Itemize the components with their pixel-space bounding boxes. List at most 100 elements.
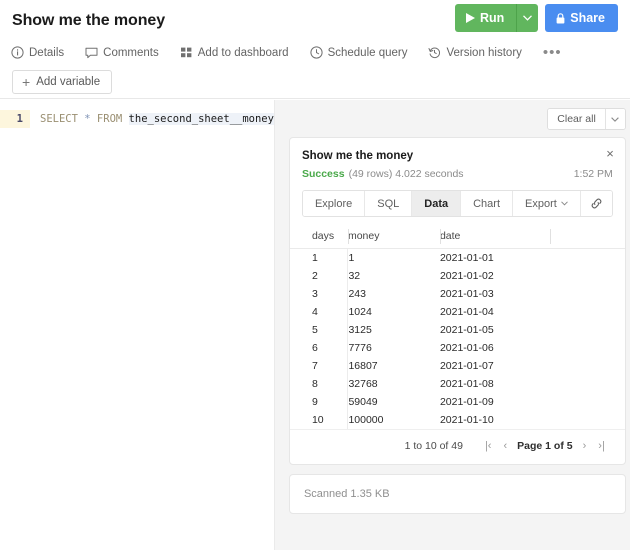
toolbar-item-details-label: Details bbox=[29, 46, 65, 59]
toolbar-more-button[interactable]: ••• bbox=[543, 45, 562, 60]
cell-money: 3125 bbox=[347, 321, 440, 339]
result-card: Show me the money × Success (49 rows) 4.… bbox=[288, 137, 626, 465]
cell-money: 100000 bbox=[347, 411, 440, 429]
sql-keyword-from: FROM bbox=[96, 113, 123, 125]
run-button-label: Run bbox=[479, 11, 505, 25]
cell-date: 2021-01-09 bbox=[439, 396, 494, 408]
close-icon[interactable]: × bbox=[606, 147, 614, 160]
cell-empty bbox=[550, 339, 625, 357]
result-card-header: Show me the money × Success (49 rows) 4.… bbox=[290, 138, 625, 190]
table-row[interactable]: 8 32768 2021-01-08 bbox=[290, 375, 625, 393]
cell-money: 7776 bbox=[347, 339, 440, 357]
toolbar-item-add-to-dashboard-label: Add to dashboard bbox=[197, 46, 289, 59]
table-row[interactable]: 4 1024 2021-01-04 bbox=[290, 303, 625, 321]
table-header-row: days money date bbox=[289, 225, 625, 249]
cell-money: 32768 bbox=[347, 375, 440, 393]
variables-bar: + Add variable bbox=[0, 62, 630, 94]
code-line-1: 1 SELECT * FROM the_second_sheet__money bbox=[0, 110, 274, 128]
run-button[interactable]: Run bbox=[454, 4, 517, 32]
tab-sql[interactable]: SQL bbox=[365, 191, 413, 216]
results-table-wrap: days money date 1 1 2021-01-01 2 32 2021-01-… bbox=[289, 225, 625, 429]
cell-date: 2021-01-02 bbox=[439, 270, 494, 282]
toolbar-item-schedule-query[interactable]: Schedule query bbox=[309, 46, 407, 59]
clear-all-options-button[interactable] bbox=[604, 109, 625, 129]
table-row[interactable]: 3 243 2021-01-03 bbox=[290, 285, 625, 303]
column-header-money[interactable]: money bbox=[347, 225, 440, 249]
cell-empty bbox=[550, 321, 625, 339]
cell-date: 2021-01-01 bbox=[439, 252, 494, 264]
sql-table-name: the_second_sheet__money bbox=[128, 113, 274, 125]
cell-money: 16807 bbox=[347, 357, 440, 375]
cell-empty bbox=[550, 249, 625, 268]
cell-days: 6 bbox=[311, 342, 318, 354]
clear-all-button[interactable]: Clear all bbox=[548, 109, 605, 129]
next-page-button[interactable]: › bbox=[577, 440, 593, 452]
copy-link-button[interactable] bbox=[580, 191, 612, 216]
column-header-date[interactable]: date bbox=[439, 225, 550, 249]
table-row[interactable]: 9 59049 2021-01-09 bbox=[290, 393, 625, 411]
cell-empty bbox=[550, 411, 625, 429]
cell-days: 5 bbox=[311, 324, 318, 336]
run-button-group: Run bbox=[454, 4, 539, 32]
page-indicator: Page 1 of 5 bbox=[517, 440, 573, 452]
cell-date: 2021-01-05 bbox=[439, 324, 494, 336]
cell-empty bbox=[550, 303, 625, 321]
results-pane: Clear all Show me the money × Success (4… bbox=[274, 100, 630, 550]
result-title: Show me the money bbox=[301, 150, 414, 162]
sql-editor[interactable]: 1 SELECT * FROM the_second_sheet__money bbox=[0, 100, 275, 550]
sql-keyword-select: SELECT bbox=[40, 113, 78, 125]
tab-export[interactable]: Export bbox=[513, 191, 581, 216]
tab-data[interactable]: Data bbox=[412, 191, 462, 216]
prev-page-button[interactable]: ‹ bbox=[497, 440, 513, 452]
chevron-down-icon bbox=[523, 15, 533, 21]
tab-chart-label: Chart bbox=[473, 197, 501, 210]
results-table-head: days money date bbox=[289, 225, 625, 249]
table-row[interactable]: 1 1 2021-01-01 bbox=[290, 248, 625, 268]
result-timestamp: 1:52 PM bbox=[573, 168, 613, 180]
cell-date: 2021-01-07 bbox=[439, 360, 494, 372]
toolbar-item-add-to-dashboard[interactable]: Add to dashboard bbox=[180, 46, 289, 59]
toolbar-item-details[interactable]: Details bbox=[11, 46, 64, 59]
first-page-button[interactable]: |‹ bbox=[479, 440, 498, 452]
page-title: Show me the money bbox=[12, 12, 165, 29]
table-row[interactable]: 2 32 2021-01-02 bbox=[290, 267, 625, 285]
run-options-button[interactable] bbox=[516, 4, 539, 32]
table-row[interactable]: 10 100000 2021-01-10 bbox=[290, 411, 625, 429]
toolbar-item-comments[interactable]: Comments bbox=[85, 46, 159, 59]
tab-explore[interactable]: Explore bbox=[302, 191, 366, 216]
scanned-info-card: Scanned 1.35 KB bbox=[288, 474, 626, 514]
cell-money: 1024 bbox=[347, 303, 440, 321]
cell-date: 2021-01-10 bbox=[439, 414, 494, 426]
sql-star: * bbox=[84, 113, 91, 125]
table-row[interactable]: 7 16807 2021-01-07 bbox=[290, 357, 625, 375]
column-header-days[interactable]: days bbox=[289, 225, 348, 249]
header-toolbar: Details Comments Add to dashboard Schedu… bbox=[0, 34, 630, 62]
column-header-empty bbox=[549, 225, 625, 249]
link-icon bbox=[590, 197, 603, 210]
toolbar-item-version-history[interactable]: Version history bbox=[428, 46, 522, 59]
pagination-range: 1 to 10 of 49 bbox=[404, 440, 463, 452]
history-icon bbox=[428, 46, 441, 59]
tab-data-label: Data bbox=[424, 197, 449, 210]
clear-all-group: Clear all bbox=[547, 108, 626, 130]
cell-days: 7 bbox=[311, 360, 318, 372]
cell-days: 3 bbox=[311, 288, 318, 300]
table-row[interactable]: 5 3125 2021-01-05 bbox=[290, 321, 625, 339]
scanned-label: Scanned 1.35 KB bbox=[303, 488, 390, 500]
tab-export-label: Export bbox=[525, 197, 557, 210]
last-page-button[interactable]: ›| bbox=[592, 440, 611, 452]
add-variable-button[interactable]: + Add variable bbox=[12, 70, 113, 94]
tab-explore-label: Explore bbox=[314, 197, 353, 210]
table-row[interactable]: 6 7776 2021-01-06 bbox=[290, 339, 625, 357]
info-circle-icon bbox=[11, 46, 24, 59]
cell-date: 2021-01-04 bbox=[439, 306, 494, 318]
tab-chart[interactable]: Chart bbox=[461, 191, 514, 216]
result-tabs: Explore SQL Data Chart Export bbox=[301, 190, 613, 217]
cell-empty bbox=[550, 393, 625, 411]
sql-code[interactable]: SELECT * FROM the_second_sheet__money bbox=[30, 110, 274, 128]
status-badge: Success bbox=[301, 168, 345, 180]
cell-date: 2021-01-06 bbox=[439, 342, 494, 354]
results-table-body: 1 1 2021-01-01 2 32 2021-01-02 3 243 2021-01-0… bbox=[290, 248, 625, 429]
cell-days: 4 bbox=[311, 306, 318, 318]
share-button[interactable]: Share bbox=[545, 4, 618, 32]
